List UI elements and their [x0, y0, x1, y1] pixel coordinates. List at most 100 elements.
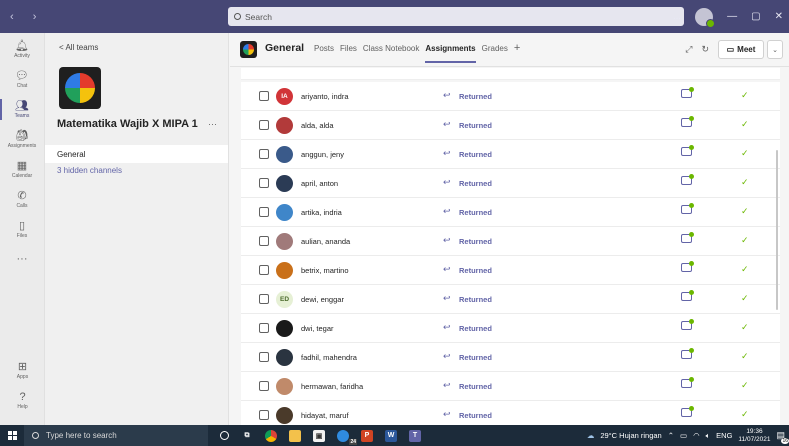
close-button[interactable]: ✕ — [775, 11, 783, 22]
add-tab-button[interactable]: + — [514, 43, 520, 54]
student-checkbox[interactable] — [259, 91, 269, 101]
user-avatar[interactable] — [695, 7, 716, 28]
meet-button[interactable]: ▭ Meet — [718, 40, 764, 59]
scrollbar[interactable] — [776, 150, 778, 310]
student-checkbox[interactable] — [259, 149, 269, 159]
student-row[interactable]: IA ariyanto, indra ↩ Returned ✓ — [241, 82, 780, 111]
clock[interactable]: 19:36 11/07/2021 — [738, 428, 770, 444]
student-name[interactable]: hidayat, maruf — [301, 411, 349, 420]
student-name[interactable]: hermawan, faridha — [301, 382, 363, 391]
wifi-icon[interactable]: ◠ — [693, 431, 700, 440]
student-row[interactable]: alda, alda ↩ Returned ✓ — [241, 111, 780, 140]
student-row[interactable]: ED dewi, enggar ↩ Returned ✓ — [241, 285, 780, 314]
rail-files[interactable]: ▯ Files — [0, 215, 44, 244]
rail-help[interactable]: ? Help — [0, 386, 45, 415]
feedback-icon[interactable] — [681, 377, 694, 388]
student-name[interactable]: anggun, jeny — [301, 150, 344, 159]
student-row[interactable]: hidayat, maruf ↩ Returned ✓ — [241, 401, 780, 425]
notification-icon[interactable]: ▤ 16 — [776, 430, 789, 444]
feedback-icon[interactable] — [681, 406, 694, 417]
maximize-button[interactable]: ▢ — [751, 11, 760, 22]
rail-teams[interactable]: 👥︎ Teams — [0, 95, 44, 124]
language-indicator[interactable]: ENG — [716, 431, 732, 440]
student-row[interactable]: anggun, jeny ↩ Returned ✓ — [241, 140, 780, 169]
student-checkbox[interactable] — [259, 236, 269, 246]
feedback-icon[interactable] — [681, 261, 694, 272]
rail-chat[interactable]: 💬︎ Chat — [0, 65, 44, 94]
assignment-student-list: IA ariyanto, indra ↩ Returned ✓ alda, alda ↩ Re… — [230, 68, 789, 425]
student-row[interactable]: aulian, ananda ↩ Returned ✓ — [241, 227, 780, 256]
volume-icon[interactable]: 🔈︎ — [706, 431, 711, 441]
student-checkbox[interactable] — [259, 381, 269, 391]
feedback-icon[interactable] — [681, 348, 694, 359]
rail-more[interactable]: ··· — [0, 245, 44, 274]
student-checkbox[interactable] — [259, 120, 269, 130]
student-name[interactable]: ariyanto, indra — [301, 92, 349, 101]
student-row[interactable]: betrix, martino ↩ Returned ✓ — [241, 256, 780, 285]
student-row[interactable]: hermawan, faridha ↩ Returned ✓ — [241, 372, 780, 401]
student-row[interactable]: fadhil, mahendra ↩ Returned ✓ — [241, 343, 780, 372]
student-row[interactable]: dwi, tegar ↩ Returned ✓ — [241, 314, 780, 343]
student-name[interactable]: fadhil, mahendra — [301, 353, 357, 362]
search-box[interactable]: Search — [228, 7, 684, 26]
meet-dropdown-button[interactable]: ⌄ — [767, 40, 783, 59]
student-checkbox[interactable] — [259, 207, 269, 217]
feedback-icon[interactable] — [681, 116, 694, 127]
student-checkbox[interactable] — [259, 323, 269, 333]
feedback-icon[interactable] — [681, 87, 694, 98]
student-checkbox[interactable] — [259, 265, 269, 275]
powerpoint-icon[interactable]: P — [361, 429, 373, 442]
start-button[interactable] — [0, 425, 24, 446]
refresh-icon[interactable]: ↻ — [701, 44, 709, 55]
student-checkbox[interactable] — [259, 410, 269, 420]
taskbar-search[interactable]: Type here to search — [24, 425, 208, 446]
expand-icon[interactable]: ⤢ — [685, 44, 692, 55]
minimize-button[interactable]: — — [727, 11, 737, 22]
student-name[interactable]: alda, alda — [301, 121, 334, 130]
tab-grades[interactable]: Grades — [482, 44, 508, 53]
feedback-icon[interactable] — [681, 319, 694, 330]
rail-assignments[interactable]: 🎒︎ Assignments — [0, 125, 44, 154]
student-checkbox[interactable] — [259, 294, 269, 304]
tray-chevron-icon[interactable]: ⌃ — [668, 431, 674, 440]
rail-activity[interactable]: 🔔︎ Activity — [0, 35, 44, 64]
student-row[interactable]: artika, indria ↩ Returned ✓ — [241, 198, 780, 227]
feedback-icon[interactable] — [681, 145, 694, 156]
tab-class-notebook[interactable]: Class Notebook — [363, 44, 419, 53]
file-explorer-icon[interactable] — [289, 429, 301, 442]
student-name[interactable]: dewi, enggar — [301, 295, 344, 304]
chrome-icon[interactable] — [265, 429, 277, 442]
feedback-icon[interactable] — [681, 203, 694, 214]
cortana-icon[interactable] — [220, 431, 229, 440]
all-teams-link[interactable]: < All teams — [59, 43, 98, 52]
store-icon[interactable]: ▣ — [313, 429, 325, 442]
feedback-icon[interactable] — [681, 232, 694, 243]
student-checkbox[interactable] — [259, 352, 269, 362]
rail-calendar[interactable]: ▦ Calendar — [0, 155, 44, 184]
feedback-icon[interactable] — [681, 290, 694, 301]
rail-calls[interactable]: ✆ Calls — [0, 185, 44, 214]
feedback-icon[interactable] — [681, 174, 694, 185]
student-name[interactable]: aulian, ananda — [301, 237, 350, 246]
tab-files[interactable]: Files — [340, 44, 357, 53]
more-options-button[interactable]: ... — [673, 11, 681, 22]
team-more-button[interactable]: ··· — [208, 119, 217, 129]
edge-icon[interactable]: 24 — [337, 429, 357, 445]
student-name[interactable]: dwi, tegar — [301, 324, 334, 333]
tab-posts[interactable]: Posts — [314, 44, 334, 53]
channel-general[interactable]: General — [45, 145, 228, 163]
nav-arrows[interactable]: ‹ › — [0, 11, 60, 23]
rail-apps[interactable]: ⊞ Apps — [0, 356, 45, 385]
teams-taskbar-icon[interactable]: T — [409, 429, 421, 442]
word-icon[interactable]: W — [385, 429, 397, 442]
student-checkbox[interactable] — [259, 178, 269, 188]
student-row[interactable]: april, anton ↩ Returned ✓ — [241, 169, 780, 198]
student-name[interactable]: artika, indria — [301, 208, 342, 217]
weather-text[interactable]: 29°C Hujan ringan — [600, 431, 661, 440]
battery-icon[interactable]: ▭ — [680, 431, 687, 440]
tab-assignments[interactable]: Assignments — [425, 44, 476, 63]
hidden-channels-link[interactable]: 3 hidden channels — [57, 166, 122, 175]
task-view-icon[interactable]: ⧉ — [241, 430, 253, 442]
student-name[interactable]: betrix, martino — [301, 266, 349, 275]
student-name[interactable]: april, anton — [301, 179, 338, 188]
